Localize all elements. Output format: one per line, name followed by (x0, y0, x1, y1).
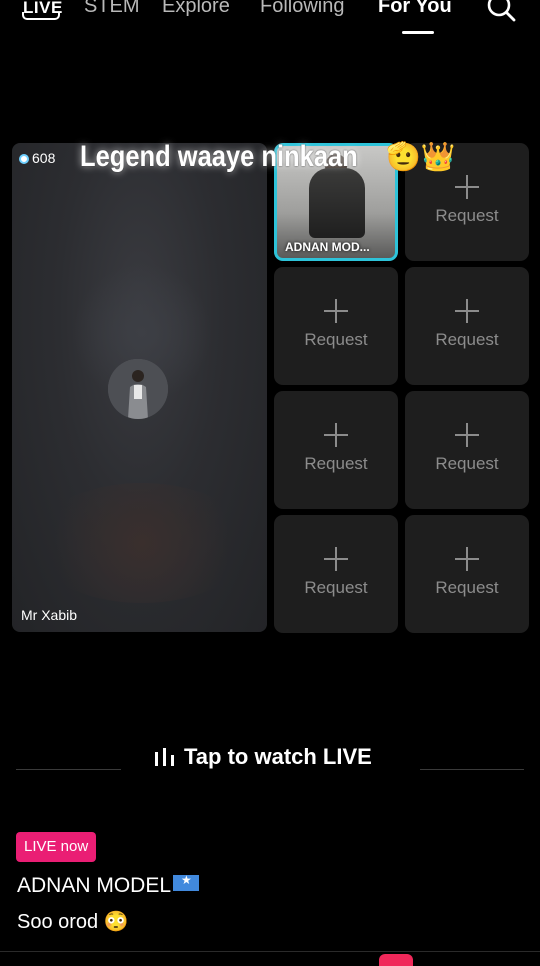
host-name: Mr Xabib (21, 607, 78, 623)
request-label: Request (435, 454, 499, 473)
top-nav: LIVE STEM Explore Following For You (0, 0, 540, 40)
plus-icon (324, 547, 348, 571)
request-slot[interactable]: Request (405, 515, 529, 633)
notification-badge (379, 954, 413, 966)
plus-icon (455, 547, 479, 571)
host-avatar[interactable] (108, 359, 168, 419)
guest-video-image (309, 168, 365, 238)
request-label: Request (435, 578, 499, 597)
plus-icon (455, 175, 479, 199)
request-label: Request (435, 206, 499, 225)
title-emoji: 🫡👑 (386, 141, 456, 172)
request-slot[interactable]: Request (274, 267, 398, 385)
bars-icon (155, 748, 174, 766)
caption: Soo orod 😳 (17, 911, 129, 933)
tab-stem[interactable]: STEM (84, 0, 140, 18)
search-icon[interactable] (486, 0, 516, 22)
creator-name[interactable]: ADNAN MODEL (17, 873, 200, 898)
live-logo-icon[interactable]: LIVE (22, 0, 62, 22)
somalia-flag-icon (173, 873, 200, 891)
host-avatar-image (108, 359, 168, 419)
plus-icon (455, 299, 479, 323)
tab-for-you[interactable]: For You (378, 0, 452, 18)
request-slot[interactable]: Request (274, 391, 398, 509)
viewer-count: 608 (19, 150, 55, 166)
request-slot[interactable]: Request (274, 515, 398, 633)
viewer-icon (19, 154, 29, 164)
tab-following[interactable]: Following (260, 0, 344, 18)
plus-icon (324, 299, 348, 323)
tab-explore[interactable]: Explore (162, 0, 230, 18)
request-label: Request (304, 578, 368, 597)
tap-to-watch-button[interactable]: Tap to watch LIVE (154, 744, 372, 770)
divider (420, 769, 524, 770)
guest-name: ADNAN MOD... (285, 240, 370, 254)
live-now-badge: LIVE now (16, 832, 97, 862)
request-slot[interactable]: Request (405, 267, 529, 385)
active-tab-indicator (402, 31, 434, 34)
request-label: Request (304, 454, 368, 473)
request-label: Request (304, 330, 368, 349)
tap-to-watch-row[interactable]: Tap to watch LIVE (0, 744, 540, 774)
plus-icon (455, 423, 479, 447)
request-label: Request (435, 330, 499, 349)
bottom-divider (0, 951, 540, 952)
host-video[interactable]: Mr Xabib (12, 143, 267, 632)
plus-icon (324, 423, 348, 447)
request-slot[interactable]: Request (405, 391, 529, 509)
live-title: Legend waaye ninkaan (80, 140, 358, 173)
divider (16, 769, 121, 770)
